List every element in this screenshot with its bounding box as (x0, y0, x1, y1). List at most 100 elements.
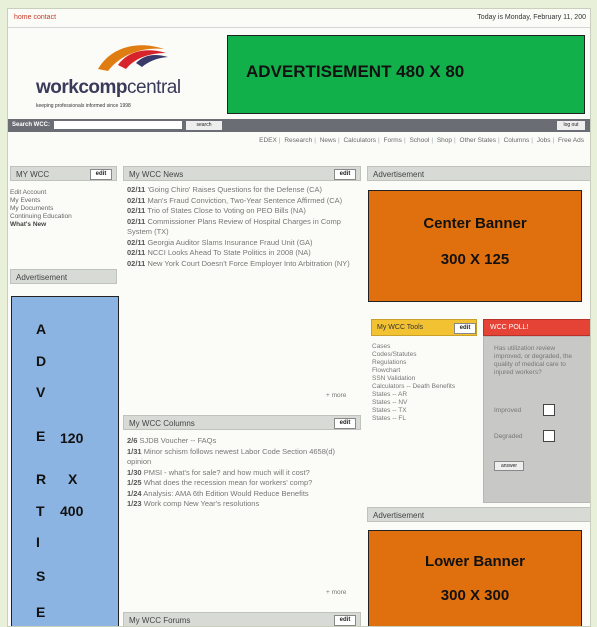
logo-swoosh-icon (98, 45, 168, 71)
poll-answer-button[interactable]: answer (494, 461, 524, 471)
tool-link-ssn-validation[interactable]: SSN Validation (372, 375, 476, 383)
list-item[interactable]: 1/23 Work comp New Year's resolutions (127, 499, 361, 510)
site-logo[interactable]: workcompcentral keeping professionals in… (22, 39, 222, 115)
screenshot-frame: home contact Today is Monday, February 1… (0, 0, 597, 627)
list-item[interactable]: 02/11 NCCI Looks Ahead To State Politics… (127, 248, 361, 259)
logout-button[interactable]: log out (557, 121, 585, 130)
nav-item-other-states[interactable]: Other States (460, 137, 497, 144)
tool-link-regulations[interactable]: Regulations (372, 359, 476, 367)
columns-title: My WCC Columns (129, 419, 195, 428)
my-wcc-header: MY WCC edit (10, 166, 117, 181)
lower-banner-title: Lower Banner (424, 553, 526, 570)
nav-items: EDEX | Research | News | Calculators | Forms… (259, 137, 584, 144)
lower-advertisement-header: Advertisement (367, 507, 590, 522)
left-ad-size: X (68, 471, 78, 487)
poll-panel: Has utilization review improved, or degr… (483, 336, 590, 503)
tool-link-states-nv[interactable]: States -- NV (372, 399, 476, 407)
news-list: 02/11 'Going Chiro' Raises Questions for… (127, 185, 361, 269)
left-advertisement[interactable]: A D V E R T I S E 120 X 400 (11, 296, 119, 626)
my-wcc-link-my-documents[interactable]: My Documents (10, 205, 110, 213)
logo-wordmark: workcompcentral (36, 77, 181, 98)
forums-header: My WCC Forums edit (123, 612, 361, 626)
search-button[interactable]: search (186, 121, 222, 130)
list-item[interactable]: 02/11 New York Court Doesn't Force Emplo… (127, 259, 361, 270)
nav-item-calculators[interactable]: Calculators (343, 137, 376, 144)
news-title: My WCC News (129, 170, 184, 179)
lower-advertisement-label: Advertisement (373, 511, 425, 520)
logo-tagline: keeping professionals informed since 199… (36, 103, 131, 109)
center-banner-size: 300 X 125 (440, 251, 510, 268)
left-ad-letter: I (36, 534, 40, 550)
main-nav: EDEX | Research | News | Calculators | Forms… (8, 135, 590, 147)
search-input[interactable] (54, 121, 182, 129)
my-wcc-link-edit-account[interactable]: Edit Account (10, 189, 110, 197)
list-item[interactable]: 02/11 Commissioner Plans Review of Hospi… (127, 217, 361, 238)
my-wcc-link-whats-new[interactable]: What's New (10, 221, 110, 229)
poll-question: Has utilization review improved, or degr… (494, 345, 573, 376)
top-links[interactable]: home contact (14, 14, 56, 21)
my-wcc-link-my-events[interactable]: My Events (10, 197, 110, 205)
left-ad-letter: E (36, 428, 46, 444)
nav-item-shop[interactable]: Shop (437, 137, 452, 144)
list-item[interactable]: 02/11 Georgia Auditor Slams Insurance Fr… (127, 238, 361, 249)
nav-item-edex[interactable]: EDEX (259, 137, 277, 144)
left-ad-letter: V (36, 384, 46, 400)
left-ad-size: 120 (60, 430, 84, 446)
columns-header: My WCC Columns edit (123, 415, 361, 430)
top-advertisement[interactable]: ADVERTISEMENT 480 X 80 (227, 35, 585, 114)
right-advertisement-header: Advertisement (367, 166, 590, 181)
tool-link-flowchart[interactable]: Flowchart (372, 367, 476, 375)
news-edit-button[interactable]: edit (334, 169, 356, 180)
search-bar: Search WCC: search log out (8, 119, 590, 132)
my-wcc-edit-button[interactable]: edit (90, 169, 112, 180)
list-item[interactable]: 1/24 Analysis: AMA 6th Edition Would Red… (127, 489, 361, 500)
tool-link-cases[interactable]: Cases (372, 343, 476, 351)
lower-banner-ad[interactable]: Lower Banner 300 X 300 (368, 530, 582, 626)
tools-list: Cases Codes/Statutes Regulations Flowcha… (372, 343, 476, 423)
tool-link-states-fl[interactable]: States -- FL (372, 415, 476, 423)
webpage: home contact Today is Monday, February 1… (7, 8, 591, 627)
nav-item-forms[interactable]: Forms (384, 137, 402, 144)
news-more-link[interactable]: + more (326, 392, 346, 399)
top-bar: home contact Today is Monday, February 1… (8, 9, 590, 27)
top-divider (8, 27, 590, 28)
tool-link-states-ar[interactable]: States -- AR (372, 391, 476, 399)
left-ad-letter: E (36, 604, 46, 620)
columns-more-link[interactable]: + more (326, 589, 346, 596)
nav-item-columns[interactable]: Columns (504, 137, 530, 144)
list-item[interactable]: 1/30 PMSI - what's for sale? and how muc… (127, 468, 361, 479)
columns-edit-button[interactable]: edit (334, 418, 356, 429)
list-item[interactable]: 1/25 What does the recession mean for wo… (127, 478, 361, 489)
nav-item-news[interactable]: News (320, 137, 336, 144)
nav-item-free-ads[interactable]: Free Ads (558, 137, 584, 144)
center-banner-ad[interactable]: Center Banner 300 X 125 (368, 190, 582, 302)
poll-option-label: Improved (494, 407, 522, 414)
forums-title: My WCC Forums (129, 616, 191, 625)
list-item[interactable]: 1/31 Minor schism follows newest Labor C… (127, 447, 361, 468)
my-wcc-link-continuing-education[interactable]: Continuing Education (10, 213, 110, 221)
current-date: Today is Monday, February 11, 200 (477, 14, 586, 21)
top-ad-text: ADVERTISEMENT 480 X 80 (246, 62, 465, 81)
center-banner-title: Center Banner (423, 215, 527, 232)
nav-item-jobs[interactable]: Jobs (537, 137, 551, 144)
tools-edit-button[interactable]: edit (454, 323, 476, 334)
list-item[interactable]: 2/6 SJDB Voucher -- FAQs (127, 436, 361, 447)
poll-option-degraded-checkbox[interactable] (543, 430, 555, 442)
left-ad-letter: T (36, 503, 45, 519)
left-ad-letter: A (36, 321, 47, 337)
poll-title: WCC POLL! (490, 324, 529, 331)
forums-edit-button[interactable]: edit (334, 615, 356, 626)
tool-link-codes-statutes[interactable]: Codes/Statutes (372, 351, 476, 359)
nav-item-research[interactable]: Research (284, 137, 312, 144)
news-header: My WCC News edit (123, 166, 361, 181)
poll-header: WCC POLL! (483, 319, 590, 336)
list-item[interactable]: 02/11 Man's Fraud Conviction, Two-Year S… (127, 196, 361, 207)
poll-option-improved-checkbox[interactable] (543, 404, 555, 416)
right-advertisement-label: Advertisement (373, 170, 425, 179)
tool-link-calculators-death[interactable]: Calculators -- Death Benefits (372, 383, 476, 391)
search-label: Search WCC: (12, 122, 51, 128)
list-item[interactable]: 02/11 'Going Chiro' Raises Questions for… (127, 185, 361, 196)
tool-link-states-tx[interactable]: States -- TX (372, 407, 476, 415)
list-item[interactable]: 02/11 Trio of States Close to Voting on … (127, 206, 361, 217)
nav-item-school[interactable]: School (409, 137, 429, 144)
